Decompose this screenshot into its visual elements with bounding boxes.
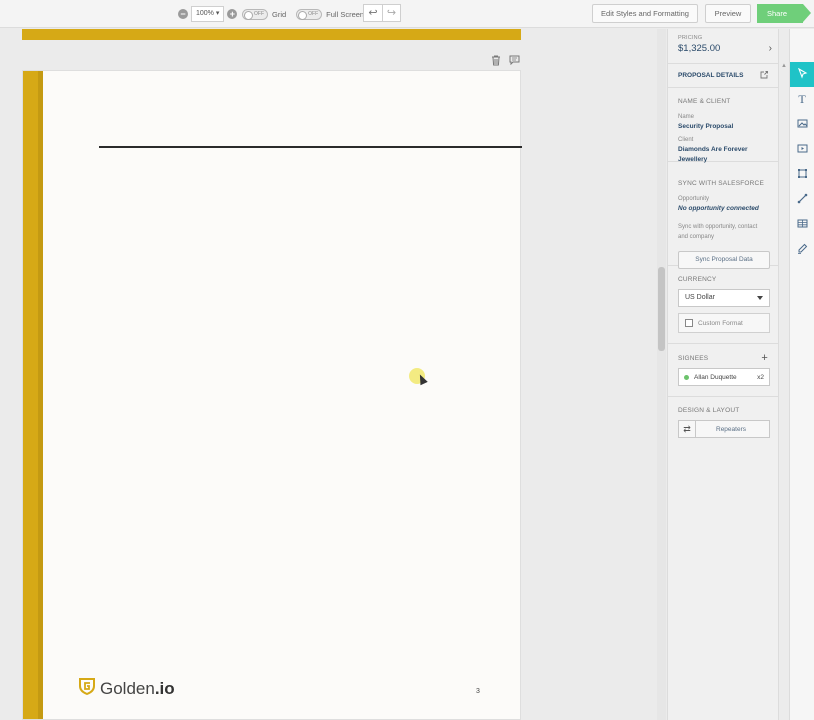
text-icon: T: [798, 92, 806, 106]
signature-tool[interactable]: [790, 237, 814, 262]
add-signee-icon[interactable]: +: [761, 353, 768, 364]
grid-toggle-group: OFF Grid OFF Full Screen: [242, 5, 374, 23]
history-controls: ↩ ↪: [363, 4, 401, 22]
table-icon: [797, 218, 808, 232]
document-canvas[interactable]: Golden.io 3: [0, 29, 657, 720]
salesforce-section: SYNC WITH SALESFORCE Opportunity No oppo…: [668, 162, 778, 269]
shape-tool[interactable]: [790, 162, 814, 187]
custom-format-checkbox[interactable]: [685, 319, 693, 327]
custom-format-label: Custom Format: [698, 319, 743, 327]
design-layout-section: DESIGN & LAYOUT ⇄ Repeaters: [668, 397, 778, 438]
logo-text-regular: Golden: [100, 678, 155, 698]
repeaters-button[interactable]: ⇄ Repeaters: [678, 420, 770, 438]
signees-heading: SIGNEES: [678, 354, 709, 362]
name-client-section: NAME & CLIENT Name Security Proposal Cli…: [668, 88, 778, 163]
name-client-heading: NAME & CLIENT: [678, 98, 731, 105]
page-side-stripe: [23, 71, 43, 719]
preview-button[interactable]: Preview: [705, 4, 751, 23]
signees-header: SIGNEES +: [678, 344, 768, 364]
opportunity-value: No opportunity connected: [678, 205, 759, 212]
top-toolbar: − 100% ▾ + OFF Grid OFF Full Screen ↩ ↪ …: [0, 0, 814, 28]
shape-icon: [797, 168, 808, 182]
zoom-controls: − 100% ▾ +: [178, 5, 238, 23]
client-label: Client: [678, 137, 694, 143]
pricing-summary[interactable]: PRICING $1,325.00 ›: [668, 29, 778, 64]
page-tools: [491, 55, 520, 69]
table-tool[interactable]: [790, 212, 814, 237]
currency-select[interactable]: US Dollar: [678, 289, 770, 307]
trash-icon[interactable]: [491, 55, 501, 69]
opportunity-label: Opportunity: [678, 196, 710, 202]
scroll-up-icon[interactable]: ▲: [779, 63, 789, 69]
redo-icon[interactable]: ↪: [382, 5, 400, 21]
external-edit-icon[interactable]: [760, 70, 768, 81]
image-tool[interactable]: [790, 112, 814, 137]
share-button[interactable]: Share: [757, 4, 811, 23]
company-logo[interactable]: Golden.io: [78, 677, 175, 700]
undo-icon[interactable]: ↩: [364, 5, 382, 21]
name-label: Name: [678, 114, 695, 120]
currency-heading: CURRENCY: [678, 276, 717, 283]
signee-name: Allan Duquette: [694, 373, 737, 381]
custom-format-option[interactable]: Custom Format: [678, 313, 770, 333]
salesforce-heading: SYNC WITH SALESFORCE: [678, 180, 764, 187]
signee-count: x2: [757, 373, 764, 381]
zoom-out-icon[interactable]: −: [178, 9, 188, 19]
signees-section: SIGNEES + Allan Duquette x2: [668, 344, 778, 397]
currency-section: CURRENCY US Dollar Custom Format: [668, 266, 778, 344]
chevron-down-icon: ▾: [215, 10, 220, 17]
pointer-tool[interactable]: [790, 62, 814, 87]
comment-icon[interactable]: [509, 55, 520, 69]
line-icon: [797, 193, 808, 207]
signature-icon: [797, 243, 808, 257]
zoom-value: 100%: [196, 10, 214, 17]
line-tool[interactable]: [790, 187, 814, 212]
pointer-icon: [797, 67, 808, 82]
sync-note: Sync with opportunity, contact and compa…: [678, 224, 758, 240]
previous-page-footer: [22, 29, 521, 40]
panel-scrollbar[interactable]: ▲: [778, 29, 789, 720]
video-tool[interactable]: [790, 137, 814, 162]
page-divider-line[interactable]: [99, 146, 522, 148]
zoom-select[interactable]: 100% ▾: [191, 6, 225, 22]
fullscreen-label: Full Screen: [326, 9, 365, 19]
properties-panel: PRICING $1,325.00 › PROPOSAL DETAILS NAM…: [667, 29, 778, 720]
fullscreen-toggle[interactable]: OFF: [296, 8, 323, 20]
video-icon: [797, 143, 808, 157]
proposal-details-title: PROPOSAL DETAILS: [678, 72, 744, 79]
golden-logo-icon: [78, 677, 96, 700]
signee-item[interactable]: Allan Duquette x2: [678, 368, 770, 386]
repeat-icon: ⇄: [679, 421, 696, 437]
grid-toggle[interactable]: OFF: [242, 8, 268, 20]
document-page[interactable]: Golden.io 3: [22, 70, 522, 720]
proposal-details-header: PROPOSAL DETAILS: [668, 64, 778, 88]
canvas-scrollbar[interactable]: [657, 29, 666, 720]
canvas-scrollbar-thumb[interactable]: [658, 267, 665, 351]
repeaters-label: Repeaters: [716, 425, 746, 433]
logo-text-bold: .io: [154, 678, 175, 698]
grid-label: Grid: [272, 9, 287, 19]
page-number: 3: [476, 688, 480, 695]
logo-text: Golden.io: [100, 679, 175, 699]
proposal-name-value[interactable]: Security Proposal: [678, 122, 768, 132]
element-toolbar: T: [789, 29, 814, 720]
edit-styles-button[interactable]: Edit Styles and Formatting: [592, 4, 698, 23]
signee-status-dot: [684, 374, 689, 380]
image-icon: [797, 118, 808, 132]
design-layout-heading: DESIGN & LAYOUT: [678, 407, 740, 414]
text-tool[interactable]: T: [790, 87, 814, 112]
zoom-in-icon[interactable]: +: [227, 9, 238, 19]
chevron-right-icon[interactable]: ›: [769, 43, 772, 54]
pricing-label: PRICING: [678, 35, 703, 41]
pricing-value: $1,325.00: [678, 43, 721, 54]
